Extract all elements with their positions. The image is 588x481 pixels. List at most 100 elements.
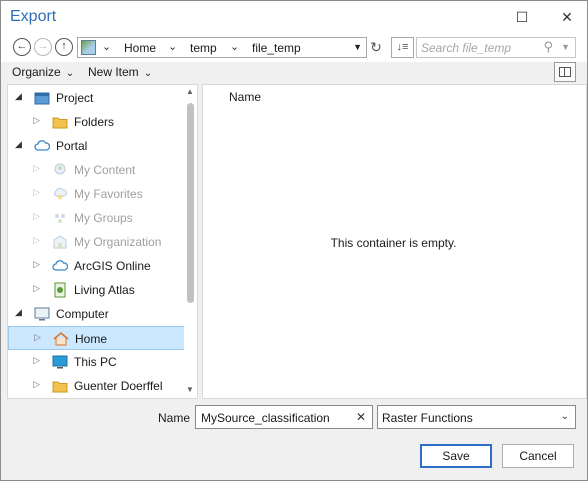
favorites-icon bbox=[52, 186, 68, 202]
tree-item-label: Home bbox=[75, 332, 108, 346]
new-item-menu[interactable]: New Item ⌄ bbox=[88, 65, 152, 79]
breadcrumb-file-temp[interactable]: file_temp bbox=[252, 41, 301, 55]
chevron-down-icon: ⌄ bbox=[143, 68, 153, 79]
computer-icon bbox=[34, 306, 50, 322]
expand-icon[interactable]: ▷ bbox=[33, 163, 40, 174]
export-dialog: Export ☐ ✕ ← → ↑ ⌄ Home ⌄ temp ⌄ file_te… bbox=[0, 0, 588, 481]
dialog-title: Export bbox=[10, 8, 57, 25]
tree-item-my-organization[interactable]: ▷ My Organization bbox=[8, 230, 186, 254]
path-dropdown-icon[interactable]: ▼ bbox=[353, 42, 362, 52]
folder-icon bbox=[52, 378, 68, 394]
tree-item-computer[interactable]: ◢ Computer bbox=[8, 302, 186, 326]
breadcrumb-home[interactable]: Home bbox=[124, 41, 156, 55]
search-icon[interactable]: ⚲ bbox=[543, 39, 553, 55]
tree-item-label: Guenter Doerffel bbox=[74, 379, 163, 393]
tree-item-home[interactable]: ▷ Home bbox=[8, 326, 186, 350]
tree-item-label: My Groups bbox=[74, 211, 133, 225]
cancel-button[interactable]: Cancel bbox=[502, 444, 574, 468]
chevron-down-icon[interactable]: ⌄ bbox=[168, 40, 177, 53]
search-input[interactable]: Search file_temp ⚲ ▼ bbox=[416, 37, 576, 58]
type-select[interactable]: Raster Functions ⌄ bbox=[377, 405, 576, 429]
expand-icon[interactable]: ▷ bbox=[33, 379, 40, 390]
expand-icon[interactable]: ▷ bbox=[33, 211, 40, 222]
tree-item-label: This PC bbox=[74, 355, 117, 369]
organize-label: Organize bbox=[12, 65, 61, 79]
layout-toggle-button[interactable] bbox=[554, 62, 576, 82]
scroll-thumb[interactable] bbox=[187, 103, 194, 303]
chevron-down-icon[interactable]: ⌄ bbox=[230, 40, 239, 53]
expand-icon[interactable]: ▷ bbox=[33, 187, 40, 198]
maximize-button[interactable]: ☐ bbox=[512, 7, 532, 27]
tree-item-this-pc[interactable]: ▷ This PC bbox=[8, 350, 186, 374]
up-button[interactable]: ↑ bbox=[55, 38, 73, 56]
type-value: Raster Functions bbox=[382, 411, 473, 425]
organize-menu[interactable]: Organize ⌄ bbox=[12, 65, 74, 79]
expand-icon[interactable]: ▷ bbox=[33, 115, 40, 126]
save-button[interactable]: Save bbox=[420, 444, 492, 468]
expand-icon[interactable]: ▷ bbox=[33, 355, 40, 366]
tree-item-living-atlas[interactable]: ▷ Living Atlas bbox=[8, 278, 186, 302]
tree-item-label: Computer bbox=[56, 307, 109, 321]
empty-message: This container is empty. bbox=[330, 236, 457, 250]
expand-icon[interactable]: ▷ bbox=[33, 283, 40, 294]
collapse-icon[interactable]: ◢ bbox=[15, 91, 22, 102]
tree-item-my-favorites[interactable]: ▷ My Favorites bbox=[8, 182, 186, 206]
tree-item-label: My Favorites bbox=[74, 187, 143, 201]
title-bar: Export ☐ ✕ bbox=[1, 1, 587, 34]
new-item-label: New Item bbox=[88, 65, 139, 79]
tree-item-label: My Organization bbox=[74, 235, 162, 249]
path-bar[interactable]: ⌄ Home ⌄ temp ⌄ file_temp ▼ bbox=[77, 37, 367, 58]
chevron-down-icon: ⌄ bbox=[560, 411, 569, 422]
tree-item-project[interactable]: ◢ Project bbox=[8, 86, 186, 110]
file-list: Name This container is empty. bbox=[202, 84, 587, 399]
folder-icon bbox=[52, 114, 68, 130]
tree-item-label: Project bbox=[56, 91, 94, 105]
breadcrumb-temp[interactable]: temp bbox=[190, 41, 217, 55]
my-content-icon bbox=[52, 162, 68, 178]
name-field[interactable]: MySource_classification ✕ bbox=[195, 405, 373, 429]
clear-icon[interactable]: ✕ bbox=[356, 410, 366, 424]
project-icon bbox=[34, 90, 50, 106]
expand-icon[interactable]: ▷ bbox=[33, 259, 40, 270]
tree-item-my-content[interactable]: ▷ My Content bbox=[8, 158, 186, 182]
tree-item-my-groups[interactable]: ▷ My Groups bbox=[8, 206, 186, 230]
refresh-button[interactable]: ↻ bbox=[367, 38, 385, 56]
sort-button[interactable]: ↓≡ bbox=[391, 37, 414, 58]
tree-item-portal[interactable]: ◢ Portal bbox=[8, 134, 186, 158]
tree-item-arcgis-online[interactable]: ▷ ArcGIS Online bbox=[8, 254, 186, 278]
tree-item-guenter-doerffel[interactable]: ▷ Guenter Doerffel bbox=[8, 374, 186, 398]
tree-item-label: My Content bbox=[74, 163, 136, 177]
living-atlas-icon bbox=[52, 282, 68, 298]
scroll-up-icon[interactable]: ▲ bbox=[186, 87, 194, 96]
back-button[interactable]: ← bbox=[13, 38, 31, 56]
search-dropdown-icon[interactable]: ▼ bbox=[561, 42, 570, 52]
cloud-icon bbox=[34, 138, 51, 154]
scroll-down-icon[interactable]: ▼ bbox=[186, 385, 194, 394]
groups-icon bbox=[52, 210, 68, 226]
navigation-tree: ◢ Project ▷ Folders ◢ Portal ▷ My Content ▷ My Fa… bbox=[7, 84, 198, 399]
tree-item-label: ArcGIS Online bbox=[74, 259, 151, 273]
expand-icon[interactable]: ▷ bbox=[34, 332, 41, 343]
name-column-header[interactable]: Name bbox=[229, 90, 261, 104]
collapse-icon[interactable]: ◢ bbox=[15, 139, 22, 150]
chevron-down-icon: ⌄ bbox=[65, 68, 75, 79]
collapse-icon[interactable]: ◢ bbox=[15, 307, 22, 318]
tree-scrollbar[interactable]: ▲ ▼ bbox=[184, 85, 197, 398]
name-value: MySource_classification bbox=[201, 411, 330, 425]
organization-icon bbox=[52, 234, 68, 250]
tree-item-label: Folders bbox=[74, 115, 115, 129]
toolbar: Organize ⌄ New Item ⌄ bbox=[1, 62, 587, 84]
name-label: Name bbox=[158, 411, 191, 425]
forward-button[interactable]: → bbox=[34, 38, 52, 56]
tree-item-label: Portal bbox=[56, 139, 88, 153]
home-icon bbox=[53, 331, 69, 347]
expand-icon[interactable]: ▷ bbox=[33, 235, 40, 246]
close-button[interactable]: ✕ bbox=[557, 7, 577, 27]
tree-item-folders[interactable]: ▷ Folders bbox=[8, 110, 186, 134]
pane-layout-icon bbox=[559, 67, 571, 77]
search-placeholder: Search file_temp bbox=[421, 41, 512, 55]
navigation-bar: ← → ↑ ⌄ Home ⌄ temp ⌄ file_temp ▼ ↻ ↓≡ S… bbox=[1, 34, 587, 62]
chevron-down-icon[interactable]: ⌄ bbox=[102, 40, 111, 53]
cloud-icon bbox=[52, 258, 69, 274]
monitor-icon bbox=[52, 354, 68, 370]
